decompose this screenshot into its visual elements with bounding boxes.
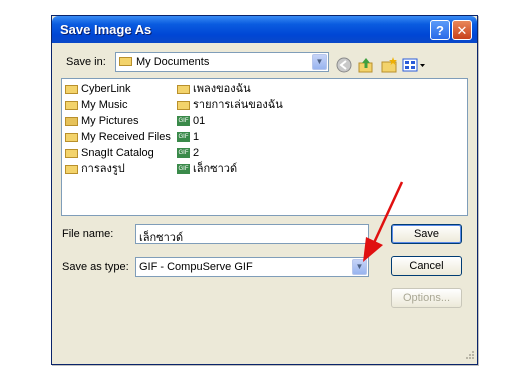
annotation-arrow xyxy=(363,181,404,262)
